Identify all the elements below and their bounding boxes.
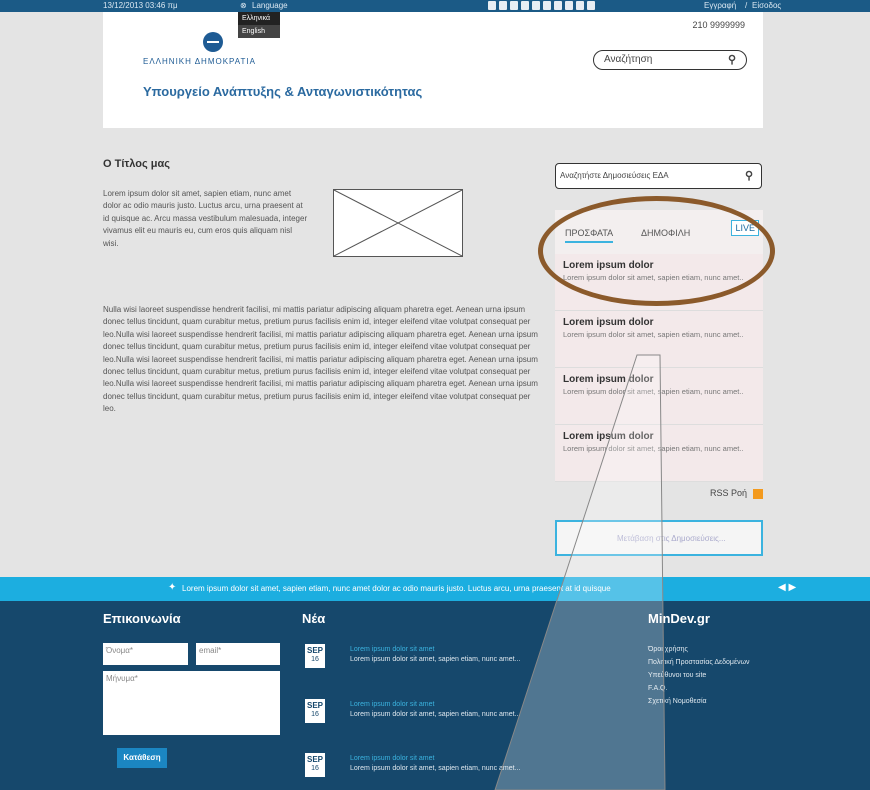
top-bar: 13/12/2013 03:46 πμ ⊗ Language Εγγραφή /… <box>0 0 870 12</box>
name-field[interactable]: Όνομα* <box>103 643 188 665</box>
twitter-icon[interactable]: ✦ <box>168 582 176 593</box>
rss-icon[interactable] <box>753 488 763 499</box>
search-placeholder: Αναζήτηση <box>604 54 653 65</box>
body-paragraph: Nulla wisi laoreet suspendisse hendrerit… <box>103 305 538 414</box>
search-icon[interactable]: ⚲ <box>745 169 753 182</box>
next-arrow-icon[interactable]: ▶ <box>788 582 796 593</box>
datetime: 13/12/2013 03:46 πμ <box>103 1 178 10</box>
register-link[interactable]: Εγγραφή <box>704 1 736 10</box>
footer-link[interactable]: Όροι χρήσης <box>648 643 750 656</box>
seal-icon[interactable] <box>203 32 223 52</box>
vimeo-icon[interactable] <box>587 1 595 10</box>
more-publications-button[interactable]: Μετάβαση στις Δημοσιεύσεις... <box>555 520 763 556</box>
footer-news-text: Lorem ipsum dolor sit amet, sapien etiam… <box>350 656 521 663</box>
rss-icon[interactable] <box>521 1 529 10</box>
news-text: Lorem ipsum dolor sit amet, sapien etiam… <box>563 444 744 453</box>
search-icon[interactable]: ⚲ <box>728 53 736 66</box>
deliberation-search-input[interactable]: Αναζητήστε Δημοσιεύσεις ΕΔΑ ⚲ <box>555 163 762 189</box>
ministry-title[interactable]: Υπουργείο Ανάπτυξης & Ανταγωνιστικότητας <box>143 84 422 99</box>
news-title[interactable]: Lorem ipsum dolor <box>563 374 755 385</box>
footer: Επικοινωνία Όνομα* email* Μήνυμα* Κατάθε… <box>0 601 870 790</box>
contact-heading: Επικοινωνία <box>103 611 181 626</box>
more-publications-label: Μετάβαση στις Δημοσιεύσεις... <box>617 534 726 543</box>
separator: / <box>745 1 748 10</box>
prev-arrow-icon[interactable]: ◀ <box>778 582 786 593</box>
list-item[interactable]: Lorem ipsum dolor Lorem ipsum dolor sit … <box>555 311 763 368</box>
rss-link[interactable]: RSS Ροή <box>555 488 763 499</box>
ticker-arrows: ◀ ▶ <box>778 582 796 593</box>
language-greek[interactable]: Ελληνικά <box>238 12 280 25</box>
language-english[interactable]: English <box>238 25 280 38</box>
youtube-icon[interactable] <box>565 1 573 10</box>
page-title: Ο Τίτλος μας <box>103 158 170 170</box>
rss-label[interactable]: RSS Ροή <box>710 488 747 498</box>
date-badge: SEP 16 <box>305 644 325 668</box>
deliberation-search-placeholder: Αναζητήστε Δημοσιεύσεις ΕΔΑ <box>560 171 669 180</box>
twitter-ticker: ✦ Lorem ipsum dolor sit amet, sapien eti… <box>0 577 870 601</box>
linkedin-icon[interactable] <box>532 1 540 10</box>
government-label: ΕΛΛΗΝΙΚΗ ΔΗΜΟΚΡΑΤΙΑ <box>143 57 256 66</box>
language-dropdown: Ελληνικά English <box>238 12 280 38</box>
footer-news-title[interactable]: Lorem ipsum dolor sit amet <box>350 701 434 708</box>
date-badge: SEP 16 <box>305 699 325 723</box>
footer-link[interactable]: F.A.Q. <box>648 682 750 695</box>
footer-news-title[interactable]: Lorem ipsum dolor sit amet <box>350 755 434 762</box>
submit-button[interactable]: Κατάθεση <box>117 748 167 768</box>
footer-news-title[interactable]: Lorem ipsum dolor sit amet <box>350 646 434 653</box>
phone-number: 210 9999999 <box>692 20 745 30</box>
language-link[interactable]: Language <box>252 1 288 10</box>
email-icon[interactable] <box>510 1 518 10</box>
search-input[interactable]: Αναζήτηση ⚲ <box>593 50 747 70</box>
news-title[interactable]: Lorem ipsum dolor <box>563 317 755 328</box>
share-icon[interactable] <box>543 1 551 10</box>
news-heading: Νέα <box>302 611 326 626</box>
date-badge: SEP 16 <box>305 753 325 777</box>
footer-link[interactable]: Σχετική Νομοθεσία <box>648 695 750 708</box>
news-text: Lorem ipsum dolor sit amet, sapien etiam… <box>563 387 744 396</box>
list-item[interactable]: Lorem ipsum dolor Lorem ipsum dolor sit … <box>555 425 763 482</box>
news-text: Lorem ipsum dolor sit amet, sapien etiam… <box>563 330 744 339</box>
news-title[interactable]: Lorem ipsum dolor <box>563 431 755 442</box>
highlight-ring <box>538 196 775 306</box>
social-icons <box>488 1 595 10</box>
footer-links: Όροι χρήσης Πολιτική Προστασίας Δεδομένω… <box>648 643 750 708</box>
image-placeholder <box>333 189 463 257</box>
ticker-text[interactable]: Lorem ipsum dolor sit amet, sapien etiam… <box>182 584 611 593</box>
footer-news-text: Lorem ipsum dolor sit amet, sapien etiam… <box>350 765 521 772</box>
login-link[interactable]: Είσοδος <box>752 1 781 10</box>
site-header: ΕΛΛΗΝΙΚΗ ΔΗΜΟΚΡΑΤΙΑ Υπουργείο Ανάπτυξης … <box>103 12 763 128</box>
facebook-icon[interactable] <box>488 1 496 10</box>
footer-link[interactable]: Υπεύθυνοι του site <box>648 669 750 682</box>
flickr-icon[interactable] <box>576 1 584 10</box>
twitter-icon[interactable] <box>499 1 507 10</box>
list-item[interactable]: Lorem ipsum dolor Lorem ipsum dolor sit … <box>555 368 763 425</box>
message-field[interactable]: Μήνυμα* <box>103 671 280 735</box>
footer-news-text: Lorem ipsum dolor sit amet, sapien etiam… <box>350 711 521 718</box>
site-heading: MinDev.gr <box>648 611 710 626</box>
footer-link[interactable]: Πολιτική Προστασίας Δεδομένων <box>648 656 750 669</box>
email-field[interactable]: email* <box>196 643 280 665</box>
intro-paragraph: Lorem ipsum dolor sit amet, sapien etiam… <box>103 189 308 248</box>
globe-icon[interactable]: ⊗ <box>240 1 247 10</box>
google-plus-icon[interactable] <box>554 1 562 10</box>
